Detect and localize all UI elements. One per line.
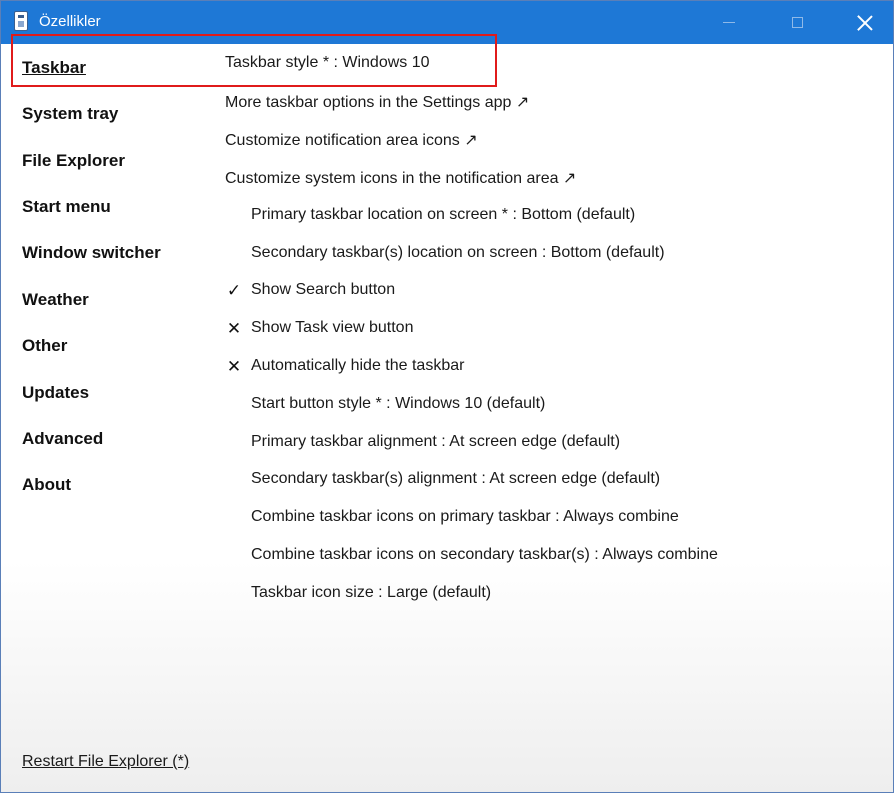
restart-file-explorer-link[interactable]: Restart File Explorer (*): [22, 753, 189, 771]
combine-secondary-icons-option[interactable]: Combine taskbar icons on secondary taskb…: [251, 546, 718, 564]
close-button[interactable]: [842, 1, 888, 44]
primary-taskbar-alignment-option[interactable]: Primary taskbar alignment : At screen ed…: [251, 433, 620, 451]
more-taskbar-options-link[interactable]: More taskbar options in the Settings app…: [225, 92, 529, 112]
customize-notification-icons-link[interactable]: Customize notification area icons ↗: [225, 130, 478, 150]
check-icon: ✓: [226, 281, 242, 300]
taskbar-icon-size-option[interactable]: Taskbar icon size : Large (default): [251, 584, 491, 602]
title-bar[interactable]: Özellikler: [1, 1, 893, 44]
maximize-icon: [791, 17, 803, 28]
auto-hide-taskbar-toggle[interactable]: Automatically hide the taskbar: [251, 357, 464, 375]
show-search-button-toggle[interactable]: Show Search button: [251, 281, 395, 299]
sidebar-item-window-switcher[interactable]: Window switcher: [22, 243, 161, 263]
sidebar-item-system-tray[interactable]: System tray: [22, 104, 118, 124]
maximize-button[interactable]: [774, 1, 820, 44]
sidebar-item-about[interactable]: About: [22, 475, 71, 495]
cross-icon: ✕: [226, 357, 242, 376]
sidebar-item-advanced[interactable]: Advanced: [22, 429, 103, 449]
sidebar-item-other[interactable]: Other: [22, 336, 67, 356]
cross-icon: ✕: [226, 319, 242, 338]
sidebar-item-start-menu[interactable]: Start menu: [22, 197, 111, 217]
sidebar-item-weather[interactable]: Weather: [22, 290, 89, 310]
start-button-style-option[interactable]: Start button style * : Windows 10 (defau…: [251, 395, 545, 413]
secondary-taskbar-location-option[interactable]: Secondary taskbar(s) location on screen …: [251, 244, 665, 262]
sidebar-item-file-explorer[interactable]: File Explorer: [22, 151, 125, 171]
window-title: Özellikler: [39, 13, 101, 30]
minimize-icon: [723, 22, 735, 23]
app-icon: [14, 11, 28, 31]
customize-system-icons-link[interactable]: Customize system icons in the notificati…: [225, 168, 576, 188]
close-icon: [857, 15, 873, 31]
combine-primary-icons-option[interactable]: Combine taskbar icons on primary taskbar…: [251, 508, 679, 526]
secondary-taskbar-alignment-option[interactable]: Secondary taskbar(s) alignment : At scre…: [251, 470, 660, 488]
taskbar-style-option[interactable]: Taskbar style * : Windows 10: [225, 54, 430, 72]
minimize-button[interactable]: [706, 1, 752, 44]
properties-window: Özellikler Taskbar System tray File Expl…: [0, 0, 894, 793]
primary-taskbar-location-option[interactable]: Primary taskbar location on screen * : B…: [251, 206, 635, 224]
sidebar-item-taskbar[interactable]: Taskbar: [22, 58, 86, 78]
show-task-view-button-toggle[interactable]: Show Task view button: [251, 319, 413, 337]
sidebar-item-updates[interactable]: Updates: [22, 383, 89, 403]
